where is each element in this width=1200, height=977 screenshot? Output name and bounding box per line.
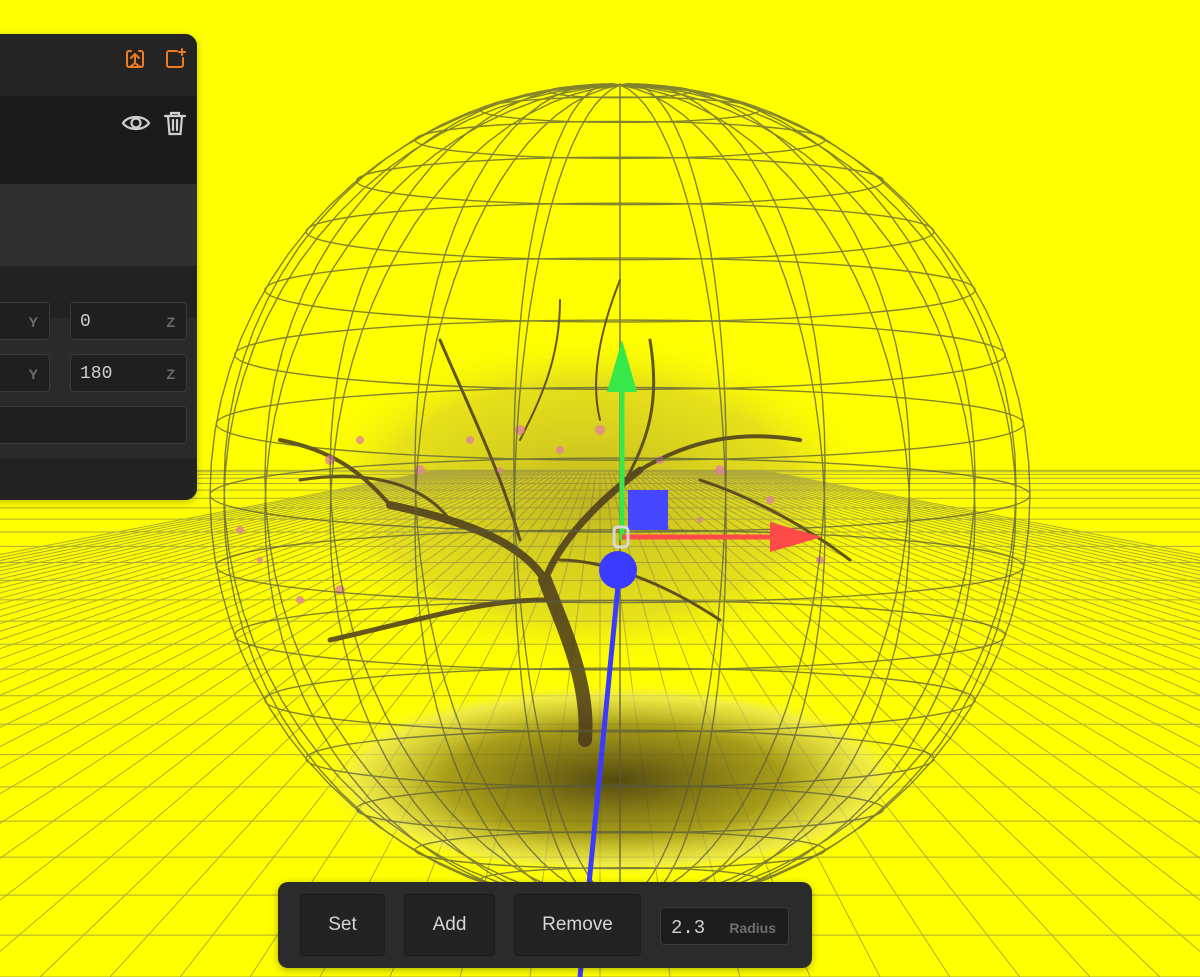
axis-label-y: Y	[28, 366, 38, 382]
properties-panel: Y 0 Z Y 180 Z	[0, 34, 197, 500]
layer-row[interactable]	[0, 96, 197, 184]
scale-field[interactable]	[0, 406, 187, 444]
radius-label: Radius	[729, 920, 776, 936]
axis-label-z: Z	[166, 314, 175, 330]
axis-label-y: Y	[28, 314, 38, 330]
eye-icon[interactable]	[121, 108, 151, 138]
rotation-z-value: 180	[80, 364, 113, 384]
position-y-field[interactable]: Y	[0, 302, 50, 340]
rotation-y-field[interactable]: Y	[0, 354, 50, 392]
axis-label-z: Z	[166, 366, 175, 382]
gizmo-z-sphere-handle[interactable]	[599, 551, 637, 589]
position-z-value: 0	[80, 312, 91, 332]
radius-input[interactable]: 2.3 Radius	[660, 907, 789, 945]
brush-toolbar: Set Add Remove 2.3 Radius	[278, 882, 812, 968]
add-icon[interactable]	[163, 47, 187, 71]
add-button[interactable]: Add	[404, 894, 495, 956]
trash-icon[interactable]	[160, 108, 190, 138]
panel-footer	[0, 458, 197, 500]
panel-header	[0, 34, 197, 96]
remove-button[interactable]: Remove	[514, 894, 641, 956]
gizmo-plane-handle[interactable]	[628, 490, 668, 530]
set-button[interactable]: Set	[300, 894, 385, 956]
rotation-z-field[interactable]: 180 Z	[70, 354, 187, 392]
export-icon[interactable]	[123, 47, 147, 71]
position-z-field[interactable]: 0 Z	[70, 302, 187, 340]
radius-value: 2.3	[671, 917, 706, 939]
panel-section	[0, 184, 197, 266]
